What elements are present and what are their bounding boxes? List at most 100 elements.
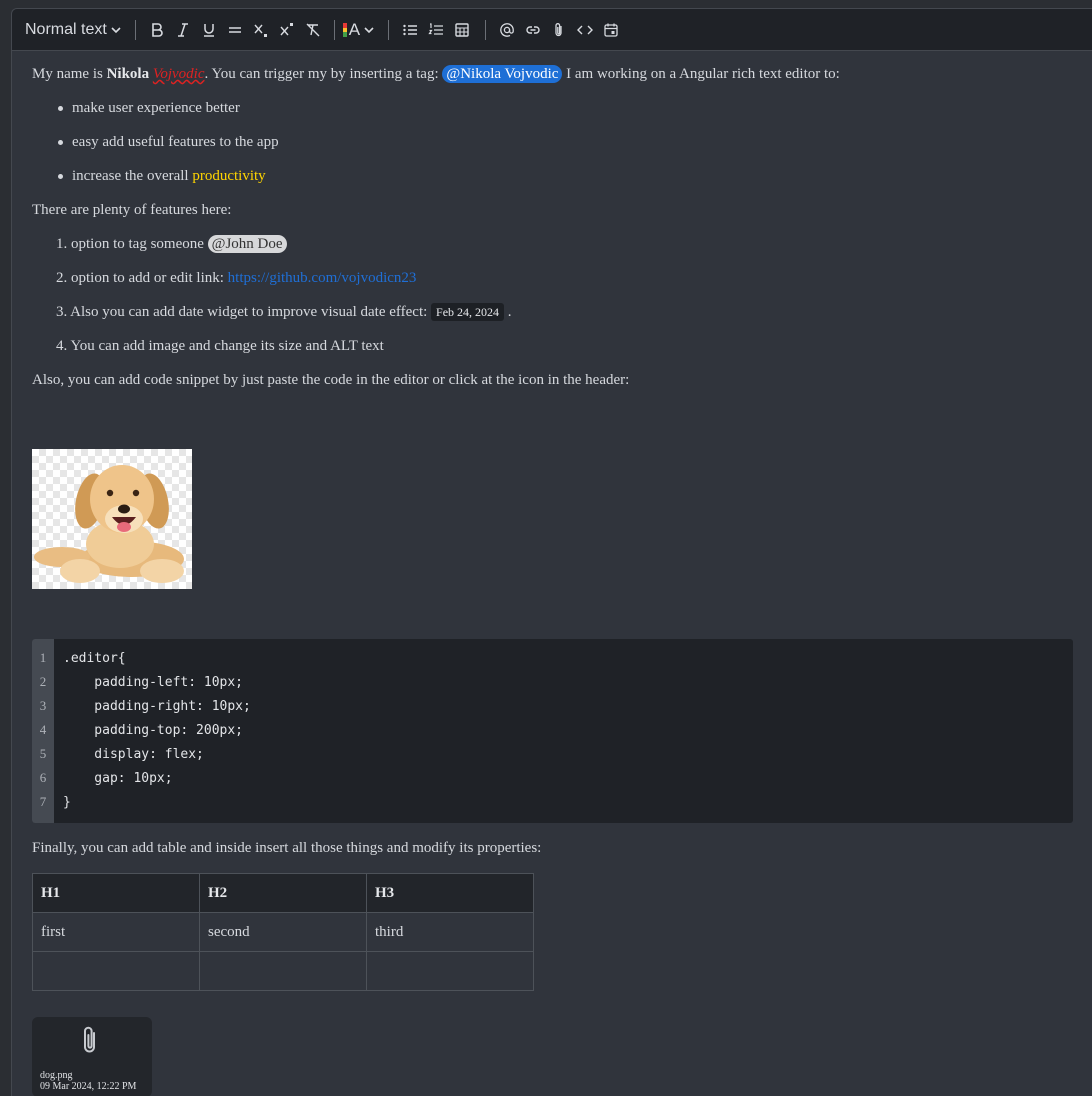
clear-format-icon <box>306 23 320 36</box>
mention-tag[interactable]: @Nikola Vojvodic <box>442 65 563 83</box>
intro-text-1: My name is <box>32 66 107 82</box>
code-heading: Also, you can add code snippet by just p… <box>32 372 630 388</box>
numbered-list-icon <box>428 22 444 35</box>
chevron-down-icon <box>364 26 374 33</box>
strikethrough-button[interactable] <box>222 17 248 43</box>
file-attachment[interactable]: dog.png 09 Mar 2024, 12:22 PM <box>32 1017 152 1096</box>
list-item-text: increase the overall <box>72 168 193 184</box>
bullet-list-button[interactable] <box>397 17 423 43</box>
mention-button[interactable] <box>494 17 520 43</box>
numbered-item-3: 3. Also you can add date widget to impro… <box>56 303 512 321</box>
list-item: increase the overall productivity <box>58 167 266 185</box>
line-number: 5 <box>39 746 47 761</box>
table-cell[interactable] <box>199 951 367 991</box>
table-cell[interactable]: first <box>32 912 200 952</box>
code-text: padding-right: 10px; <box>63 699 251 714</box>
line-number: 6 <box>39 770 47 785</box>
toolbar-separator <box>485 19 487 40</box>
code-block-button[interactable] <box>572 17 598 43</box>
list-item-text: easy add useful features to the app <box>72 134 279 150</box>
code-text: padding-top: 200px; <box>63 723 244 738</box>
golden-retriever-puppy-image <box>34 465 184 583</box>
table-cell[interactable] <box>32 951 200 991</box>
table-cell[interactable]: second <box>199 912 367 952</box>
line-number: 7 <box>39 794 47 809</box>
editor-frame: Normal text A My name is Nikola Vojvodic… <box>11 8 1092 1096</box>
table-header-cell[interactable]: H2 <box>199 873 367 913</box>
underline-icon <box>203 23 214 37</box>
chevron-down-icon <box>111 26 121 33</box>
editor-content[interactable]: My name is Nikola Vojvodic. You can trig… <box>32 50 1092 1096</box>
italic-button[interactable] <box>170 17 196 43</box>
code-line: 3 padding-right: 10px; <box>32 694 251 718</box>
code-line: 1 .editor{ <box>32 646 126 670</box>
underline-button[interactable] <box>196 17 222 43</box>
insert-table-button[interactable] <box>449 17 475 43</box>
link-icon <box>526 25 540 34</box>
code-line: 6 gap: 10px; <box>32 766 173 790</box>
code-text: .editor{ <box>63 651 126 666</box>
github-link[interactable]: https://github.com/vojvodicn23 <box>228 270 417 286</box>
table-row: first second third <box>32 912 534 952</box>
code-text: display: flex; <box>63 747 204 762</box>
toolbar-separator <box>333 19 335 40</box>
editor-toolbar: Normal text A <box>12 9 1092 51</box>
toolbar-separator <box>388 19 390 40</box>
table-header-cell[interactable]: H1 <box>32 873 200 913</box>
paperclip-icon <box>84 1026 95 1053</box>
numbered-item-text: 2. option to add or edit link: <box>56 270 228 286</box>
superscript-icon <box>280 22 293 35</box>
list-item-text: make user experience better <box>72 100 240 116</box>
table-header-cell[interactable]: H3 <box>366 873 534 913</box>
toolbar-separator <box>134 19 136 40</box>
numbered-list-button[interactable] <box>423 17 449 43</box>
attachment-date: 09 Mar 2024, 12:22 PM <box>40 1081 137 1092</box>
code-line: 5 display: flex; <box>32 742 204 766</box>
bold-icon <box>151 22 163 37</box>
clear-format-button[interactable] <box>300 17 326 43</box>
code-text: gap: 10px; <box>63 771 173 786</box>
link-button[interactable] <box>520 17 546 43</box>
code-block[interactable]: 1 .editor{ 2 padding-left: 10px; 3 paddin… <box>32 639 1073 823</box>
paperclip-icon <box>555 22 562 36</box>
line-number: 2 <box>39 674 47 689</box>
code-text: } <box>63 795 71 810</box>
mention-tag[interactable]: @John Doe <box>207 235 287 253</box>
line-number: 4 <box>39 722 47 737</box>
intro-text-3: I am working on a Angular rich text edit… <box>562 66 840 82</box>
code-icon <box>577 25 594 34</box>
intro-name-bold: Nikola <box>106 66 150 82</box>
text-color-dropdown[interactable]: A <box>342 19 374 40</box>
list-item: make user experience better <box>58 99 240 117</box>
line-number: 3 <box>39 698 47 713</box>
table-icon <box>455 22 469 37</box>
date-button[interactable] <box>598 17 624 43</box>
date-widget[interactable]: Feb 24, 2024 <box>431 303 505 321</box>
dog-image[interactable] <box>32 449 192 589</box>
text-color-label: A <box>348 19 361 39</box>
strikethrough-icon <box>228 26 241 33</box>
code-text: padding-left: 10px; <box>63 675 244 690</box>
highlighted-word: productivity <box>192 168 266 184</box>
misspelled-word: Vojvodic <box>152 66 205 82</box>
text-style-dropdown[interactable]: Normal text <box>25 21 121 39</box>
at-sign-icon <box>500 22 514 37</box>
bullet-list-icon <box>403 24 418 35</box>
table-cell[interactable]: third <box>366 912 534 952</box>
table-heading: Finally, you can add table and inside in… <box>32 840 542 856</box>
superscript-button[interactable] <box>274 17 300 43</box>
color-bar-icon <box>342 22 347 37</box>
calendar-icon <box>604 23 618 37</box>
attachment-button[interactable] <box>546 17 572 43</box>
bold-button[interactable] <box>144 17 170 43</box>
numbered-item-text: 3. Also you can add date widget to impro… <box>56 304 432 320</box>
numbered-item-2: 2. option to add or edit link: https://g… <box>56 269 416 287</box>
intro-paragraph: My name is Nikola Vojvodic. You can trig… <box>32 65 840 83</box>
table-cell[interactable] <box>366 951 534 991</box>
numbered-item-text: 1. option to tag someone <box>56 236 208 252</box>
table-header-row: H1 H2 H3 <box>32 873 534 913</box>
code-line: 4 padding-top: 200px; <box>32 718 243 742</box>
data-table[interactable]: H1 H2 H3 first second third <box>32 873 534 991</box>
subscript-button[interactable] <box>248 17 274 43</box>
text-style-label: Normal text <box>25 20 107 38</box>
